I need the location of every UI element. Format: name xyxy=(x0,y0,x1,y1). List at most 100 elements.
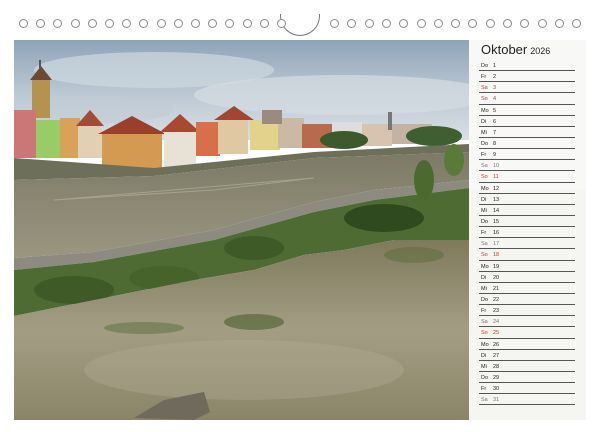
binding-hole xyxy=(468,19,478,28)
day-row: Fr 23 xyxy=(479,305,575,317)
binding-hole xyxy=(399,19,409,28)
day-number: 2 xyxy=(493,74,497,81)
day-number: 31 xyxy=(493,397,500,404)
day-number: 17 xyxy=(493,241,500,248)
day-number: 8 xyxy=(493,140,497,147)
day-row: Do 15 xyxy=(479,216,575,228)
binding-hole xyxy=(191,19,200,28)
day-row: Sa 24 xyxy=(479,316,575,328)
day-number: 10 xyxy=(493,163,500,170)
binding-hole xyxy=(19,19,28,28)
binding-hole xyxy=(537,19,547,28)
day-number: 12 xyxy=(493,185,500,192)
day-row: Sa 3 xyxy=(479,82,575,94)
binding-hole xyxy=(503,19,512,28)
day-row: Di 20 xyxy=(479,272,575,283)
day-number: 27 xyxy=(493,352,500,359)
month-title: Oktober 2026 xyxy=(481,42,550,57)
day-number: 19 xyxy=(493,263,500,270)
day-number: 1 xyxy=(493,63,497,69)
binding-hole xyxy=(105,19,114,28)
binding-hole xyxy=(347,19,357,28)
binding-hole xyxy=(156,19,166,28)
day-row: Mi 14 xyxy=(479,205,575,216)
day-number: 28 xyxy=(493,363,500,370)
day-row: Mi 28 xyxy=(479,361,575,372)
day-number: 23 xyxy=(493,308,500,315)
binding-hole xyxy=(364,19,374,28)
binding-hole xyxy=(330,19,339,28)
day-list: Do 1 Fr 2 Sa 3 So 4 Mo 5 Di 6 Mi 7 Do 8 Fr 9 Sa 10 So 11 Mo 12 D… xyxy=(479,60,575,406)
day-number: 26 xyxy=(493,341,500,348)
binding-hole xyxy=(433,19,443,28)
day-number: 14 xyxy=(493,207,500,214)
day-row: So 4 xyxy=(479,93,575,105)
binding-hole xyxy=(173,19,183,28)
day-row: Do 29 xyxy=(479,372,575,384)
day-row: Do 22 xyxy=(479,294,575,306)
day-row: Di 6 xyxy=(479,116,575,127)
day-row: Sa 17 xyxy=(479,238,575,250)
day-number: 5 xyxy=(493,107,497,114)
binding-hole xyxy=(242,19,252,28)
day-row: Di 27 xyxy=(479,350,575,361)
calendar-panel: Oktober 2026 Do 1 Fr 2 Sa 3 So 4 Mo 5 Di 6 Mi 7 Do 8 Fr 9 S… xyxy=(469,40,586,420)
binding-hole xyxy=(70,19,80,28)
day-row: Mo 26 xyxy=(479,339,575,350)
binding-hole xyxy=(416,19,426,28)
day-row: Fr 16 xyxy=(479,227,575,239)
day-number: 13 xyxy=(493,196,500,203)
spiral-binding xyxy=(0,0,600,40)
day-row: Mi 7 xyxy=(479,127,575,138)
binding-hole xyxy=(259,19,269,28)
wall-hanger-hook xyxy=(280,14,320,36)
binding-hole xyxy=(208,19,218,28)
day-row: Mi 21 xyxy=(479,283,575,294)
day-number: 15 xyxy=(493,218,500,225)
day-row: Di 13 xyxy=(479,194,575,205)
calendar-page: Oktober 2026 Do 1 Fr 2 Sa 3 So 4 Mo 5 Di 6 Mi 7 Do 8 Fr 9 S… xyxy=(14,40,586,420)
day-number: 20 xyxy=(493,274,500,281)
day-number: 3 xyxy=(493,85,497,92)
day-number: 30 xyxy=(493,386,500,393)
day-row: Mo 12 xyxy=(479,183,575,194)
binding-hole xyxy=(225,19,235,28)
day-number: 7 xyxy=(493,129,497,136)
binding-hole xyxy=(87,19,97,28)
day-number: 9 xyxy=(493,152,497,159)
binding-hole xyxy=(122,19,132,28)
day-number: 29 xyxy=(493,374,500,381)
day-row: Fr 9 xyxy=(479,149,575,161)
binding-hole xyxy=(520,19,530,28)
day-number: 4 xyxy=(493,96,497,103)
binding-hole xyxy=(53,19,63,28)
binding-hole xyxy=(554,19,564,28)
day-row: So 11 xyxy=(479,171,575,183)
day-number: 16 xyxy=(493,230,500,237)
month-name: Oktober xyxy=(481,42,528,57)
day-number: 6 xyxy=(493,118,497,125)
day-row: Fr 2 xyxy=(479,71,575,83)
binding-hole xyxy=(381,19,391,28)
day-number: 21 xyxy=(493,285,500,292)
day-number: 24 xyxy=(493,319,500,326)
binding-hole xyxy=(139,19,149,28)
day-row: Sa 31 xyxy=(479,394,575,406)
binding-hole xyxy=(485,19,495,28)
binding-hole xyxy=(277,19,286,28)
day-number: 11 xyxy=(493,174,499,181)
day-row: Mo 19 xyxy=(479,261,575,272)
day-row: Sa 10 xyxy=(479,160,575,172)
day-row: Do 1 xyxy=(479,60,575,72)
binding-hole xyxy=(36,19,46,28)
day-number: 22 xyxy=(493,296,500,303)
day-row: So 18 xyxy=(479,249,575,261)
binding-hole xyxy=(451,19,461,28)
day-row: Mo 5 xyxy=(479,105,575,116)
day-number: 18 xyxy=(493,252,500,259)
day-row: Fr 30 xyxy=(479,383,575,395)
day-row: So 25 xyxy=(479,327,575,339)
year-label: 2026 xyxy=(530,46,551,56)
day-row: Do 8 xyxy=(479,138,575,150)
binding-hole xyxy=(572,19,582,28)
